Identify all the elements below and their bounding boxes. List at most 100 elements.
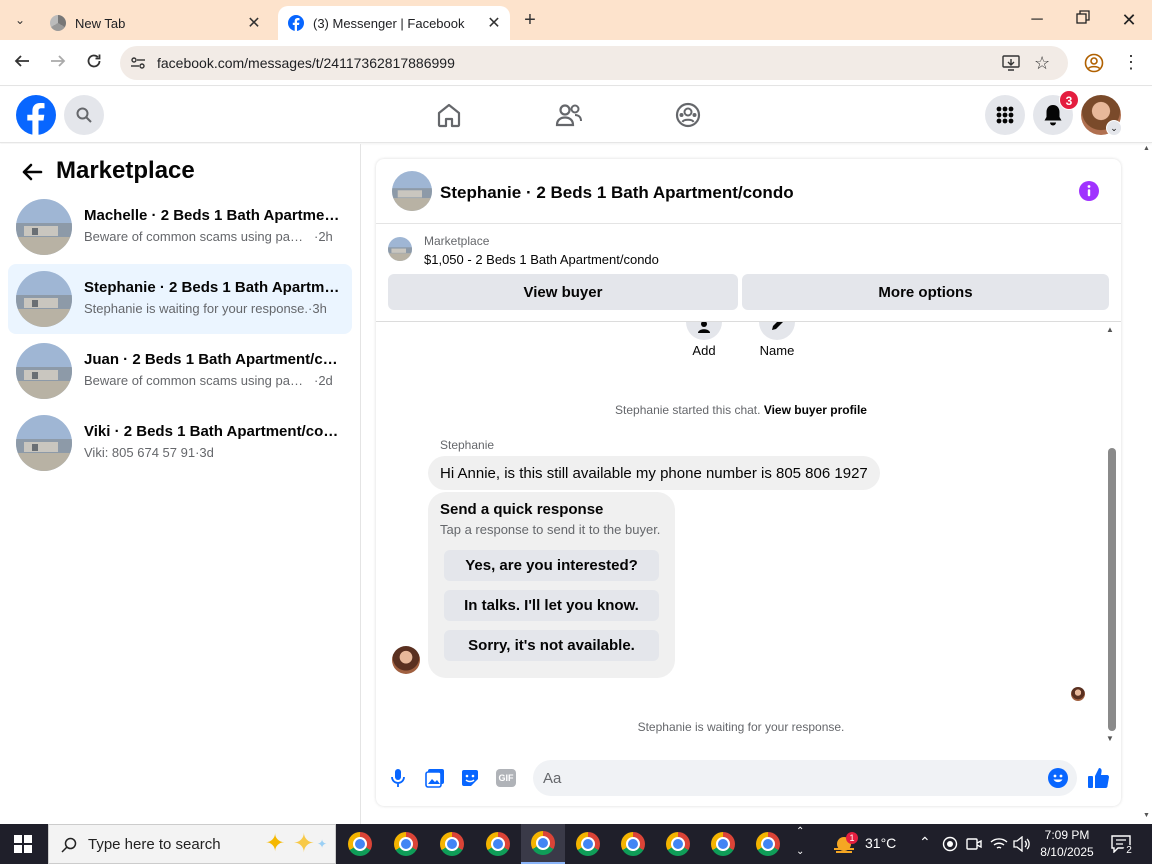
- person-icon: [698, 322, 710, 333]
- taskbar-chrome-app[interactable]: [656, 824, 700, 864]
- sidebar-title: Marketplace: [56, 157, 195, 184]
- sender-name: Stephanie: [440, 438, 495, 452]
- menu-grid-icon: [996, 106, 1014, 124]
- forward-arrow-icon[interactable]: [45, 50, 71, 76]
- message-area: Add Name Stephanie started this chat. Vi…: [376, 322, 1121, 750]
- conversation-sidebar: Marketplace Machelle · 2 Beds 1 Bath Apa…: [0, 144, 361, 824]
- quick-response-button[interactable]: In talks. I'll let you know.: [444, 590, 659, 621]
- listing-thumbnail: [16, 415, 72, 471]
- start-button[interactable]: [14, 835, 32, 858]
- search-button[interactable]: [64, 95, 104, 135]
- add-label: Add: [692, 343, 716, 358]
- scrollbar-up-arrow[interactable]: ▲: [1106, 325, 1114, 334]
- volume-icon[interactable]: [1013, 835, 1031, 857]
- info-icon[interactable]: [1079, 181, 1099, 206]
- chrome-icon: [756, 832, 780, 856]
- taskbar-chrome-app[interactable]: [338, 824, 382, 864]
- groups-nav-icon[interactable]: [675, 102, 701, 133]
- listing-thumbnail[interactable]: [388, 237, 412, 261]
- quick-response-title: Send a quick response: [440, 501, 604, 518]
- sender-avatar[interactable]: [392, 646, 420, 674]
- reload-icon[interactable]: [81, 50, 107, 76]
- meet-icon[interactable]: [966, 836, 982, 857]
- taskbar-chrome-app[interactable]: [701, 824, 745, 864]
- taskbar-chrome-app[interactable]: [476, 824, 520, 864]
- page-scroll-down-arrow[interactable]: ▼: [1143, 812, 1150, 819]
- bookmark-star-icon[interactable]: ☆: [1034, 53, 1050, 74]
- bell-icon: [1044, 105, 1062, 126]
- chat-title[interactable]: Stephanie · 2 Beds 1 Bath Apartment/cond…: [440, 183, 794, 203]
- conversation-item[interactable]: Machelle · 2 Beds 1 Bath Apartment/condo…: [8, 192, 352, 262]
- thumbs-up-icon[interactable]: [1087, 766, 1111, 795]
- taskbar-chrome-app[interactable]: [430, 824, 474, 864]
- back-arrow-icon[interactable]: [9, 50, 35, 76]
- more-options-button[interactable]: More options: [742, 274, 1109, 310]
- new-tab-plus-icon[interactable]: +: [518, 8, 542, 32]
- quick-response-button[interactable]: Sorry, it's not available.: [444, 630, 659, 661]
- taskbar-scroll-up-icon[interactable]: ⌃: [796, 826, 804, 837]
- snippet-time: ·2d: [314, 373, 333, 388]
- tab-new-tab[interactable]: New Tab ✕: [40, 6, 270, 40]
- tab-close-icon[interactable]: ✕: [242, 13, 266, 33]
- network-icon[interactable]: [990, 836, 1008, 857]
- search-highlight-icon: ✦: [265, 830, 286, 857]
- conversation-item[interactable]: Juan · 2 Beds 1 Bath Apartment/condo Bew…: [8, 336, 352, 406]
- page-scroll-up-arrow[interactable]: ▲: [1143, 145, 1150, 152]
- conversation-snippet: Stephanie is waiting for your response. …: [84, 301, 342, 316]
- address-bar[interactable]: facebook.com/messages/t/2411736281788699…: [120, 46, 1068, 80]
- taskbar-chrome-app[interactable]: [566, 824, 610, 864]
- taskbar-chrome-app[interactable]: [746, 824, 790, 864]
- edit-name-button[interactable]: [759, 322, 795, 340]
- clock-date[interactable]: 8/10/2025: [1036, 845, 1098, 859]
- taskbar-chrome-app[interactable]: [611, 824, 655, 864]
- scrollbar-down-arrow[interactable]: ▼: [1106, 734, 1114, 743]
- restore-icon[interactable]: [1071, 8, 1095, 32]
- scrollbar-thumb[interactable]: [1108, 448, 1116, 731]
- emoji-icon[interactable]: [1048, 768, 1068, 788]
- message-bubble[interactable]: Hi Annie, is this still available my pho…: [428, 456, 880, 490]
- show-hidden-icons-icon[interactable]: ⌃: [919, 834, 931, 851]
- taskbar-chrome-app[interactable]: [384, 824, 428, 864]
- account-chevron-icon[interactable]: ⌄: [1106, 120, 1122, 136]
- add-contact-button[interactable]: [686, 322, 722, 340]
- conversation-item[interactable]: Stephanie · 2 Beds 1 Bath Apartment/cond…: [8, 264, 352, 334]
- conversation-name: Machelle · 2 Beds 1 Bath Apartment/condo: [84, 207, 342, 224]
- gif-icon[interactable]: GIF: [496, 769, 516, 787]
- conversation-item[interactable]: Viki · 2 Beds 1 Bath Apartment/condo Vik…: [8, 408, 352, 478]
- install-app-icon[interactable]: [1002, 54, 1020, 77]
- sticker-icon[interactable]: [460, 768, 480, 793]
- taskbar-scroll-down-icon[interactable]: ⌄: [796, 846, 804, 857]
- snippet-text: Beware of common scams using payment app…: [84, 229, 304, 244]
- record-icon[interactable]: [942, 836, 958, 857]
- taskbar-search-box[interactable]: Type here to search ✦ ✦ ✦: [48, 824, 336, 864]
- snippet-time: ·3d: [195, 445, 214, 460]
- friends-nav-icon[interactable]: [555, 102, 583, 133]
- chrome-icon: [711, 832, 735, 856]
- view-buyer-button[interactable]: View buyer: [388, 274, 738, 310]
- view-buyer-profile-link[interactable]: View buyer profile: [764, 403, 867, 417]
- profile-icon[interactable]: [1084, 53, 1104, 78]
- weather-temperature[interactable]: 31°C: [865, 835, 896, 851]
- message-input[interactable]: Aa: [533, 760, 1077, 796]
- microphone-icon[interactable]: [390, 768, 406, 793]
- back-arrow-icon[interactable]: [20, 160, 44, 189]
- listing-title[interactable]: $1,050 - 2 Beds 1 Bath Apartment/condo: [424, 252, 659, 267]
- chrome-menu-icon[interactable]: ⋮: [1122, 52, 1140, 72]
- close-window-icon[interactable]: ✕: [1117, 8, 1141, 32]
- quick-response-button[interactable]: Yes, are you interested?: [444, 550, 659, 581]
- home-nav-icon[interactable]: [436, 102, 462, 133]
- menu-button[interactable]: [985, 95, 1025, 135]
- tab-close-icon[interactable]: ✕: [482, 13, 506, 33]
- photo-icon[interactable]: [425, 768, 445, 793]
- chat-listing-avatar[interactable]: [392, 171, 432, 211]
- clock-time[interactable]: 7:09 PM: [1040, 828, 1094, 842]
- facebook-logo-icon[interactable]: [16, 95, 56, 140]
- listing-thumbnail: [16, 343, 72, 399]
- tab-messenger[interactable]: (3) Messenger | Facebook ✕: [278, 6, 510, 40]
- notification-center-badge: 2: [1123, 845, 1135, 857]
- snippet-time: ·3h: [308, 301, 327, 316]
- tab-search-chevron-icon[interactable]: ⌄: [10, 10, 30, 30]
- taskbar-chrome-app-active[interactable]: [521, 824, 565, 864]
- site-settings-icon[interactable]: [130, 55, 146, 76]
- minimize-icon[interactable]: ─: [1025, 8, 1049, 32]
